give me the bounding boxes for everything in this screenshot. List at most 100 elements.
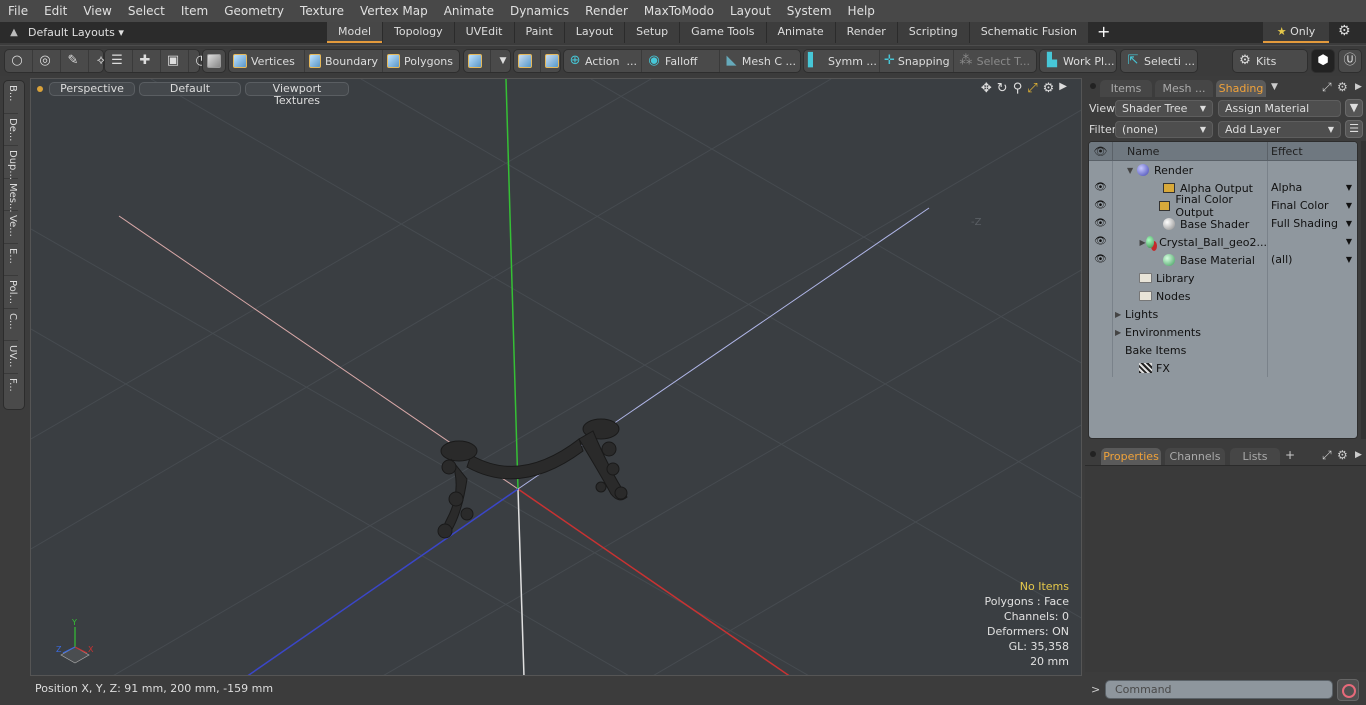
tab-setup[interactable]: Setup bbox=[625, 22, 680, 43]
maximize-panel-icon[interactable]: ⤢ bbox=[1322, 448, 1332, 463]
boundary-mode[interactable]: Boundary bbox=[305, 50, 383, 72]
sidetab-vertex[interactable]: Ve... bbox=[4, 211, 18, 244]
menu-maxtomodo[interactable]: MaxToModo bbox=[636, 0, 722, 22]
tabs-dropdown-icon[interactable]: ▼ bbox=[1271, 82, 1278, 92]
visibility-toggle[interactable]: 👁 bbox=[1089, 251, 1113, 269]
expand-right-icon[interactable]: ▶ bbox=[1140, 238, 1147, 247]
row-effect-cell[interactable]: Final Color ▼ bbox=[1268, 197, 1357, 215]
maximize-panel-icon[interactable]: ⤢ bbox=[1322, 80, 1332, 95]
menu-layout[interactable]: Layout bbox=[722, 0, 779, 22]
menu-view[interactable]: View bbox=[75, 0, 119, 22]
frame-tool[interactable]: ▣ bbox=[161, 50, 189, 72]
tab-items[interactable]: Items bbox=[1100, 80, 1152, 97]
uv-unwrap-tool[interactable]: ✚ bbox=[133, 50, 161, 72]
tab-layout[interactable]: Layout bbox=[564, 22, 625, 43]
move-view-icon[interactable]: ✥ bbox=[981, 81, 992, 96]
shader-tree-row[interactable]: ▶ Lights bbox=[1089, 305, 1357, 323]
only-toggle[interactable]: ★ Only bbox=[1263, 22, 1329, 43]
vertices-mode[interactable]: Vertices bbox=[229, 50, 305, 72]
view-dropdown[interactable]: Shader Tree ▼ bbox=[1115, 100, 1213, 117]
tab-shading[interactable]: Shading bbox=[1216, 80, 1266, 97]
expand-right-icon[interactable]: ▶ bbox=[1115, 310, 1125, 319]
polygons-mode[interactable]: Polygons bbox=[383, 50, 457, 72]
menu-select[interactable]: Select bbox=[120, 0, 173, 22]
menu-texture[interactable]: Texture bbox=[292, 0, 352, 22]
shader-tree-row[interactable]: 👁 Base Shader Full Shading ▼ bbox=[1089, 215, 1357, 233]
zoom-view-icon[interactable]: ⚲ bbox=[1013, 81, 1023, 96]
shader-tree-row[interactable]: Library bbox=[1089, 269, 1357, 287]
tab-topology[interactable]: Topology bbox=[383, 22, 454, 43]
sphere-tool[interactable]: ○ bbox=[5, 50, 33, 72]
menu-system[interactable]: System bbox=[779, 0, 840, 22]
menu-geometry[interactable]: Geometry bbox=[216, 0, 292, 22]
visibility-toggle[interactable]: 👁 bbox=[1089, 233, 1113, 251]
sidetab-uv[interactable]: UV... bbox=[4, 341, 18, 374]
panel-expand-icon[interactable]: ▶ bbox=[1355, 82, 1362, 92]
tab-render[interactable]: Render bbox=[835, 22, 897, 43]
visibility-header-icon[interactable]: 👁 bbox=[1089, 142, 1113, 160]
selection-sets-button[interactable]: ⇱ Selecti ... bbox=[1121, 50, 1199, 72]
menu-render[interactable]: Render bbox=[577, 0, 636, 22]
visibility-toggle[interactable] bbox=[1089, 341, 1113, 359]
expand-down-icon[interactable]: ▼ bbox=[1127, 166, 1137, 175]
sidetab-mesh-edit[interactable]: Mes... bbox=[4, 179, 18, 212]
align-tool[interactable]: ☰ bbox=[105, 50, 133, 72]
filter-funnel-icon[interactable]: ▼ bbox=[1345, 99, 1363, 117]
list-options-icon[interactable]: ☰ bbox=[1345, 120, 1363, 138]
workplane-button[interactable]: ▙ Work Pl... bbox=[1040, 50, 1119, 72]
visibility-toggle[interactable] bbox=[1089, 359, 1113, 377]
row-effect-cell[interactable]: Full Shading ▼ bbox=[1268, 215, 1357, 233]
name-column-header[interactable]: Name bbox=[1113, 142, 1268, 160]
panel-menu-dot[interactable] bbox=[1090, 451, 1096, 457]
tab-schematic-fusion[interactable]: Schematic Fusion bbox=[969, 22, 1089, 43]
effect-column-header[interactable]: Effect bbox=[1268, 142, 1357, 160]
sidetab-fusion[interactable]: F... bbox=[4, 374, 18, 407]
unity-button[interactable]: ⬢ bbox=[1311, 49, 1335, 73]
layouts-dropdown[interactable]: Default Layouts ▾ bbox=[28, 26, 328, 39]
sidetab-deform[interactable]: De... bbox=[4, 114, 18, 146]
visibility-toggle[interactable] bbox=[1089, 287, 1113, 305]
sidetab-duplicate[interactable]: Dup... bbox=[4, 146, 18, 180]
visibility-toggle[interactable]: 👁 bbox=[1089, 179, 1113, 197]
panel-expand-icon[interactable]: ▶ bbox=[1355, 450, 1362, 460]
add-layer-dropdown[interactable]: Add Layer ▼ bbox=[1218, 121, 1341, 138]
shader-tree-row[interactable]: 👁 Final Color Output Final Color ▼ bbox=[1089, 193, 1357, 219]
menu-file[interactable]: File bbox=[0, 0, 36, 22]
falloff-button[interactable]: ◉ Falloff bbox=[642, 50, 720, 72]
visibility-toggle[interactable]: 👁 bbox=[1089, 215, 1113, 233]
shader-tree-row[interactable]: ▼ Render bbox=[1089, 161, 1357, 179]
tab-lists[interactable]: Lists bbox=[1230, 448, 1280, 465]
sidetab-edge[interactable]: E... bbox=[4, 244, 18, 276]
tree-scrollbar[interactable] bbox=[1361, 141, 1366, 439]
add-tab-button[interactable]: + bbox=[1089, 22, 1118, 43]
shader-tree-row[interactable]: 👁 Base Material (all) ▼ bbox=[1089, 251, 1357, 269]
symmetry-button[interactable]: ▌ Symm ... bbox=[804, 50, 880, 72]
unreal-button[interactable]: Ⓤ bbox=[1338, 49, 1362, 73]
shader-tree-row[interactable]: 👁 ▶ Crystal_Ball_geo2... ▼ bbox=[1089, 233, 1357, 251]
3d-viewport[interactable]: -Z Perspective Default Viewport Textures… bbox=[30, 78, 1082, 676]
sidetab-polygon[interactable]: Pol... bbox=[4, 276, 18, 309]
viewport-textures-button[interactable]: Viewport Textures bbox=[245, 82, 349, 107]
visibility-toggle[interactable] bbox=[1089, 161, 1113, 179]
action-center-button[interactable]: ⊕ Action ... bbox=[564, 50, 642, 72]
tab-game-tools[interactable]: Game Tools bbox=[680, 22, 766, 43]
tab-uvedit[interactable]: UVEdit bbox=[454, 22, 514, 43]
tab-mesh[interactable]: Mesh ... bbox=[1155, 80, 1213, 97]
menu-vertex-map[interactable]: Vertex Map bbox=[352, 0, 436, 22]
row-effect-cell[interactable]: (all) ▼ bbox=[1268, 251, 1357, 269]
tab-model[interactable]: Model bbox=[327, 22, 383, 43]
menu-animate[interactable]: Animate bbox=[436, 0, 502, 22]
perspective-button[interactable]: Perspective bbox=[49, 82, 135, 96]
visibility-toggle[interactable] bbox=[1089, 323, 1113, 341]
shading-style-button[interactable]: Default bbox=[139, 82, 241, 96]
filter-dropdown[interactable]: (none) ▼ bbox=[1115, 121, 1213, 138]
globe-tool[interactable]: ◎ bbox=[33, 50, 61, 72]
shader-tree-row[interactable]: FX bbox=[1089, 359, 1357, 377]
shader-tree-row[interactable]: ▶ Environments bbox=[1089, 323, 1357, 341]
assign-material-button[interactable]: Assign Material bbox=[1218, 100, 1341, 117]
tab-channels[interactable]: Channels bbox=[1165, 448, 1225, 465]
rotate-view-icon[interactable]: ↻ bbox=[997, 81, 1008, 96]
panel-gear-icon[interactable]: ⚙ bbox=[1337, 448, 1348, 462]
tab-paint[interactable]: Paint bbox=[514, 22, 564, 43]
item-mode-button[interactable] bbox=[203, 50, 229, 72]
